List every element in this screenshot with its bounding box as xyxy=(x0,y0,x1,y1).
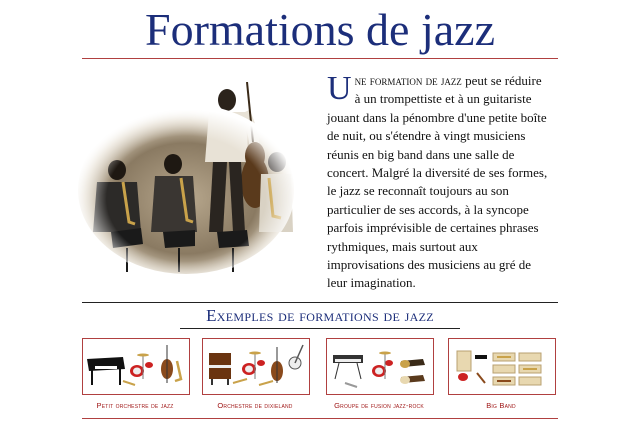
section-top-rule xyxy=(82,302,558,303)
example-label-big-band[interactable]: Big Band xyxy=(436,401,566,410)
example-card-dixieland[interactable] xyxy=(202,338,310,395)
lead-smallcaps: ne formation de jazz xyxy=(354,73,462,88)
example-card-big-band[interactable] xyxy=(448,338,556,395)
synth-drums-guitars-icon xyxy=(333,351,425,388)
example-label-jazz-rock[interactable]: Groupe de fusion jazz-rock xyxy=(314,401,444,410)
footer-divider xyxy=(82,418,558,419)
intro-paragraph: Une formation de jazz peut se réduire à … xyxy=(327,72,549,293)
example-card-jazz-rock[interactable] xyxy=(326,338,434,395)
jazz-band-photo xyxy=(77,82,295,274)
example-label-small-combo[interactable]: Petit orchestre de jazz xyxy=(70,401,200,410)
example-card-small-combo[interactable] xyxy=(82,338,190,395)
examples-heading: Exemples de formations de jazz xyxy=(206,306,434,325)
upright-piano-drums-banjo-icon xyxy=(209,344,304,386)
title-divider xyxy=(82,58,558,59)
piano-drums-bass-sax-icon xyxy=(87,345,183,386)
example-label-dixieland[interactable]: Orchestre de dixieland xyxy=(190,401,320,410)
drop-cap: U xyxy=(327,70,352,107)
intro-text: peut se réduire à un trompettiste et à u… xyxy=(327,73,548,291)
big-band-sections-icon xyxy=(456,350,542,386)
section-bottom-rule xyxy=(180,328,460,329)
page-title: Formations de jazz xyxy=(144,4,495,55)
